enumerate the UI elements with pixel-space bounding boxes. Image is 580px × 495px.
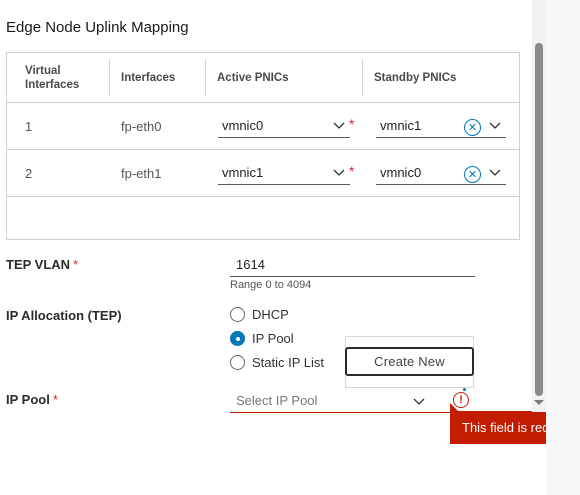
table-row: 2 fp-eth1 vmnic1 * vmnic0 ✕ [7,150,519,197]
ip-pool-placeholder: Select IP Pool [236,393,318,408]
radio-button[interactable] [230,331,245,346]
header-standby-pnics: Standby PNICs [374,72,457,84]
active-pnic-select[interactable]: vmnic0 [218,114,350,138]
radio-dhcp[interactable]: DHCP [230,307,289,322]
header-interfaces: Interfaces [121,72,176,84]
virtual-interface-cell: 1 [25,118,33,134]
chevron-down-icon [489,169,501,176]
tep-vlan-hint: Range 0 to 4094 [230,279,312,291]
clear-icon[interactable]: ✕ [464,119,481,136]
standby-pnic-select[interactable]: vmnic0 [376,161,506,185]
header-virtual-interfaces: Virtual Interfaces [25,65,80,91]
chevron-down-icon [333,169,345,176]
column-separator [205,59,206,97]
interface-cell: fp-eth1 [121,165,162,181]
ip-pool-label-text: IP Pool [6,392,50,407]
ip-allocation-label: IP Allocation (TEP) [6,308,122,323]
ip-pool-label: IP Pool * [6,392,58,407]
scrollbar-thumb[interactable] [535,43,543,396]
section-title: Edge Node Uplink Mapping [6,19,189,36]
clear-icon[interactable]: ✕ [464,166,481,183]
radio-static-ip-list[interactable]: Static IP List [230,355,324,370]
focus-dot [463,388,466,391]
column-separator [362,59,363,97]
tep-vlan-input[interactable]: 1614 [230,253,475,277]
scroll-down-arrow[interactable] [534,400,544,405]
chevron-down-icon [489,122,501,129]
required-marker: * [349,116,355,132]
standby-pnic-value: vmnic1 [380,118,422,133]
radio-label: Static IP List [252,355,325,370]
create-new-button[interactable]: Create New [345,347,474,376]
table-row: 1 fp-eth0 vmnic0 * vmnic1 ✕ [7,103,519,150]
active-pnic-select[interactable]: vmnic1 [218,161,350,185]
active-pnic-value: vmnic1 [222,165,264,180]
header-active-pnics: Active PNICs [217,72,289,84]
required-marker: * [52,392,58,407]
column-separator [109,59,110,97]
radio-ip-pool[interactable]: IP Pool [230,331,294,346]
chevron-down-icon [333,122,345,129]
radio-label: DHCP [252,307,289,322]
radio-button[interactable] [230,307,245,322]
chevron-down-icon [413,398,425,405]
ip-pool-select[interactable]: Select IP Pool [230,389,438,413]
virtual-interface-cell: 2 [25,165,33,181]
required-marker: * [73,257,79,272]
tep-vlan-label-text: TEP VLAN [6,257,71,272]
required-marker: * [349,163,355,179]
radio-label: IP Pool [252,331,294,346]
side-panel-edge [546,0,580,495]
active-pnic-value: vmnic0 [222,118,264,133]
standby-pnic-value: vmnic0 [380,165,422,180]
standby-pnic-select[interactable]: vmnic1 [376,114,506,138]
radio-button[interactable] [230,355,245,370]
uplink-mapping-table: Virtual Interfaces Interfaces Active PNI… [6,52,520,240]
tep-vlan-label: TEP VLAN * [6,257,78,272]
table-header: Virtual Interfaces Interfaces Active PNI… [7,53,519,103]
interface-cell: fp-eth0 [121,118,162,134]
